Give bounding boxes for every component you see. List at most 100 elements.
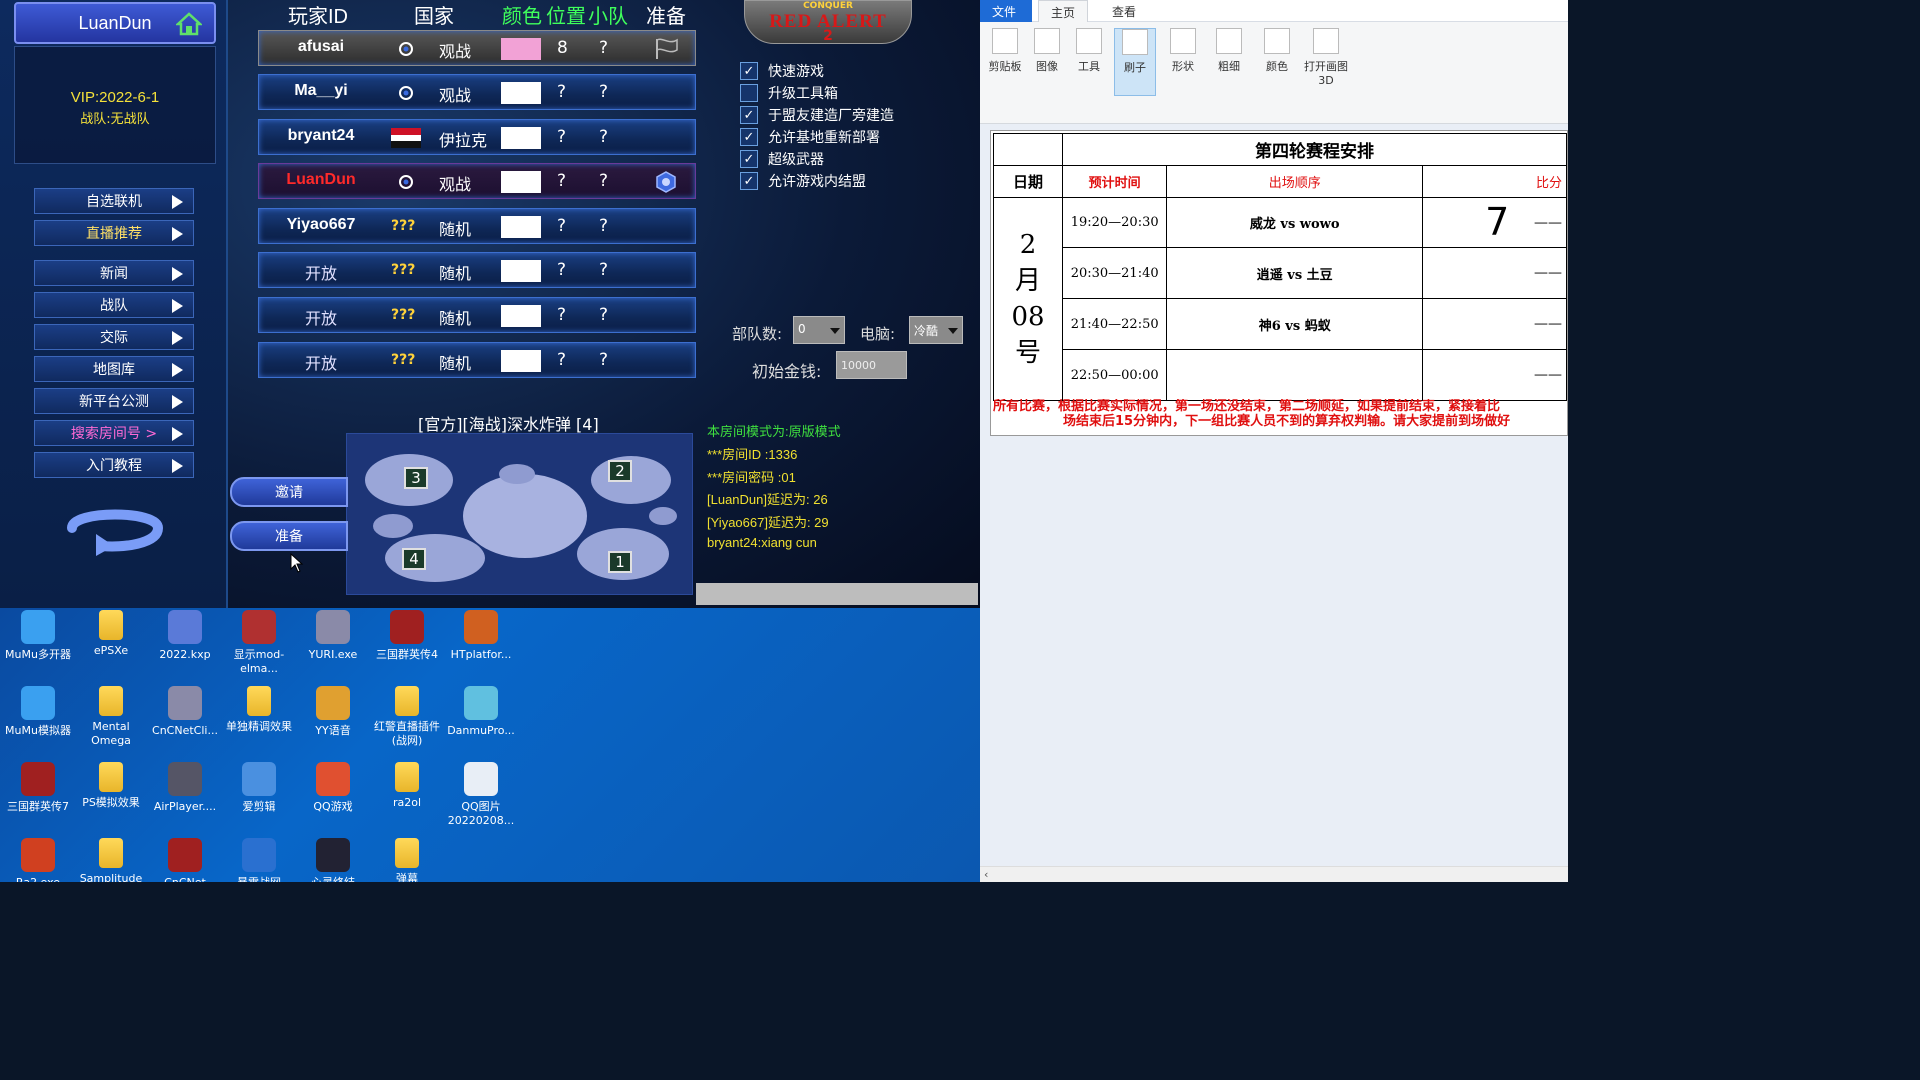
- option-checkbox[interactable]: ✓ 快速游戏: [740, 61, 824, 81]
- menu-item[interactable]: 交际: [34, 324, 194, 350]
- player-slot[interactable]: bryant24 伊拉克??: [258, 119, 696, 155]
- desktop-icon[interactable]: 显示mod-elma...: [221, 610, 297, 676]
- desktop-icon[interactable]: 暴雪战网: [221, 838, 297, 882]
- desktop-icon[interactable]: ra2ol: [369, 762, 445, 810]
- menu-item[interactable]: 战队: [34, 292, 194, 318]
- player-slot[interactable]: LuanDun 观战??: [258, 163, 696, 199]
- canvas-hscrollbar[interactable]: ‹: [980, 866, 1568, 882]
- ribbon-tools[interactable]: 工具: [1068, 28, 1110, 74]
- player-color-swatch[interactable]: [501, 305, 541, 327]
- player-color-swatch[interactable]: [501, 127, 541, 149]
- option-checkbox[interactable]: ✓ 允许基地重新部署: [740, 127, 880, 147]
- player-team[interactable]: ?: [599, 216, 608, 236]
- player-slot[interactable]: Yiyao667??? 随机??: [258, 208, 696, 244]
- player-slot[interactable]: 开放??? 随机??: [258, 342, 696, 378]
- desktop-icon[interactable]: 2022.kxp: [147, 610, 223, 662]
- checkbox-icon[interactable]: ✓: [740, 172, 758, 190]
- desktop-icon[interactable]: 心灵终结: [295, 838, 371, 882]
- map-preview[interactable]: [346, 433, 693, 595]
- tab-file[interactable]: 文件: [980, 0, 1032, 22]
- ribbon-image[interactable]: 图像: [1026, 28, 1068, 74]
- player-position[interactable]: 8: [557, 38, 568, 58]
- menu-item[interactable]: 搜索房间号 >: [34, 420, 194, 446]
- desktop-icon[interactable]: 单独精调效果: [221, 686, 297, 734]
- player-position[interactable]: ?: [557, 82, 566, 102]
- option-checkbox[interactable]: ✓ 超级武器: [740, 149, 824, 169]
- option-checkbox[interactable]: ✓ 于盟友建造厂旁建造: [740, 105, 894, 125]
- player-country[interactable]: 随机: [439, 305, 471, 329]
- ribbon-clipboard[interactable]: 剪贴板: [984, 28, 1026, 74]
- player-slot[interactable]: 开放??? 随机??: [258, 297, 696, 333]
- player-team[interactable]: ?: [599, 127, 608, 147]
- desktop-icon[interactable]: Mental Omega: [73, 686, 149, 748]
- option-checkbox[interactable]: ✓升级工具箱: [740, 83, 838, 103]
- player-team[interactable]: ?: [599, 38, 608, 58]
- refresh-icon[interactable]: [62, 500, 168, 556]
- chevron-left-icon[interactable]: ‹: [984, 868, 988, 881]
- desktop-icon[interactable]: DanmuPro...: [443, 686, 519, 738]
- tab-home[interactable]: 主页: [1038, 0, 1089, 22]
- player-position[interactable]: ?: [557, 305, 566, 325]
- invite-button[interactable]: 邀请: [230, 477, 348, 507]
- player-slot[interactable]: Ma__yi 观战??: [258, 74, 696, 110]
- ribbon-colors[interactable]: 颜色: [1256, 28, 1298, 74]
- player-team[interactable]: ?: [599, 82, 608, 102]
- desktop-icon[interactable]: CnCNet: [147, 838, 223, 882]
- ribbon-shapes[interactable]: 形状: [1162, 28, 1204, 74]
- desktop-icon[interactable]: CnCNetCli...: [147, 686, 223, 738]
- desktop-icon[interactable]: 弹幕: [369, 838, 445, 882]
- player-color-swatch[interactable]: [501, 82, 541, 104]
- menu-item[interactable]: 新闻: [34, 260, 194, 286]
- player-position[interactable]: ?: [557, 171, 566, 191]
- menu-item[interactable]: 入门教程: [34, 452, 194, 478]
- desktop-icon[interactable]: AirPlayer....: [147, 762, 223, 814]
- checkbox-icon[interactable]: ✓: [740, 128, 758, 146]
- home-icon[interactable]: [176, 12, 202, 36]
- desktop-icon[interactable]: YY语音: [295, 686, 371, 738]
- player-team[interactable]: ?: [599, 350, 608, 370]
- desktop-icon[interactable]: Samplitude: [73, 838, 149, 882]
- player-position[interactable]: ?: [557, 260, 566, 280]
- checkbox-icon[interactable]: ✓: [740, 150, 758, 168]
- menu-item[interactable]: 直播推荐: [34, 220, 194, 246]
- tab-view[interactable]: 查看: [1100, 0, 1148, 22]
- ribbon-brush[interactable]: 刷子: [1114, 28, 1156, 96]
- menu-item[interactable]: 地图库: [34, 356, 194, 382]
- menu-item[interactable]: 新平台公测: [34, 388, 194, 414]
- desktop-icon[interactable]: 爱剪辑: [221, 762, 297, 814]
- desktop-icon[interactable]: QQ图片20220208...: [443, 762, 519, 828]
- checkbox-icon[interactable]: ✓: [740, 106, 758, 124]
- desktop-icon[interactable]: PS模拟效果: [73, 762, 149, 810]
- player-slot[interactable]: afusai 观战 8?: [258, 30, 696, 66]
- player-country[interactable]: 随机: [439, 350, 471, 374]
- player-country[interactable]: 随机: [439, 260, 471, 284]
- player-color-swatch[interactable]: [501, 350, 541, 372]
- player-team[interactable]: ?: [599, 171, 608, 191]
- ai-select[interactable]: 冷酷: [909, 316, 963, 344]
- player-team[interactable]: ?: [599, 260, 608, 280]
- desktop-icon[interactable]: 三国群英传7: [0, 762, 76, 814]
- paint-canvas[interactable]: 第四轮赛程安排 日期 预计时间 出场顺序 比分 2月08号 19:20—20:3…: [990, 130, 1568, 436]
- ribbon-paint3d[interactable]: 打开画图 3D: [1302, 28, 1350, 88]
- player-color-swatch[interactable]: [501, 38, 541, 60]
- desktop-icon[interactable]: ePSXe: [73, 610, 149, 658]
- player-country[interactable]: 观战: [439, 38, 471, 62]
- username-box[interactable]: LuanDun: [14, 2, 216, 44]
- desktop-icon[interactable]: MuMu多开器: [0, 610, 76, 662]
- checkbox-icon[interactable]: ✓: [740, 84, 758, 102]
- ribbon-size[interactable]: 粗细: [1208, 28, 1250, 74]
- money-input[interactable]: 10000: [836, 351, 907, 379]
- player-color-swatch[interactable]: [501, 171, 541, 193]
- desktop-icon[interactable]: Ra2.exe: [0, 838, 76, 882]
- player-position[interactable]: ?: [557, 127, 566, 147]
- player-position[interactable]: ?: [557, 350, 566, 370]
- desktop-icon[interactable]: QQ游戏: [295, 762, 371, 814]
- option-checkbox[interactable]: ✓ 允许游戏内结盟: [740, 171, 866, 191]
- player-country[interactable]: 伊拉克: [439, 127, 487, 151]
- desktop-icon[interactable]: MuMu模拟器: [0, 686, 76, 738]
- player-country[interactable]: 观战: [439, 82, 471, 106]
- desktop-icon[interactable]: YURI.exe: [295, 610, 371, 662]
- desktop-icon[interactable]: HTplatfor...: [443, 610, 519, 662]
- player-country[interactable]: 随机: [439, 216, 471, 240]
- player-color-swatch[interactable]: [501, 216, 541, 238]
